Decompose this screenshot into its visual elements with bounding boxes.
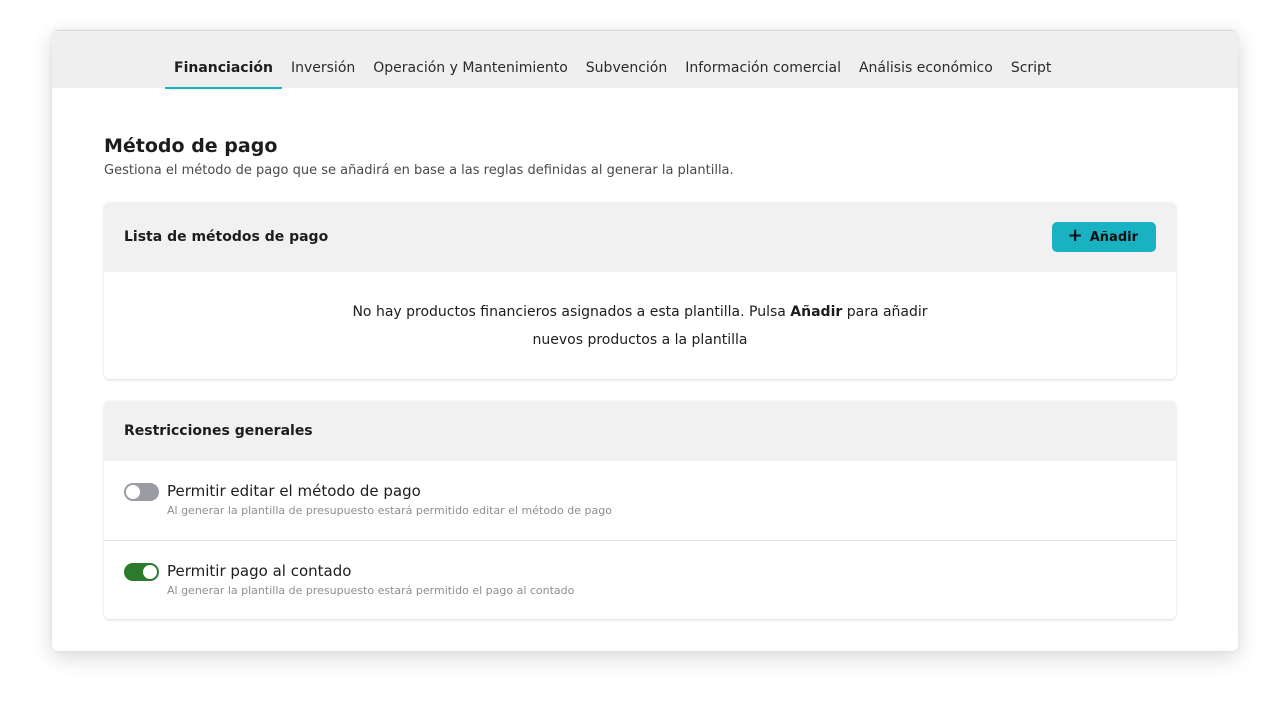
payment-methods-card: Lista de métodos de pago + Añadir No hay… <box>104 202 1176 379</box>
toggle-knob <box>143 565 157 579</box>
restriction-description: Al generar la plantilla de presupuesto e… <box>167 584 575 597</box>
restriction-label: Permitir pago al contado <box>167 562 352 580</box>
restrictions-card: Restricciones generales Permitir editar … <box>104 401 1176 619</box>
empty-state-message: No hay productos financieros asignados a… <box>104 272 1176 379</box>
add-button-label: Añadir <box>1089 229 1138 245</box>
tab-operacion-mantenimiento[interactable]: Operación y Mantenimiento <box>364 31 577 89</box>
payment-methods-title: Lista de métodos de pago <box>124 229 329 245</box>
tabs: Financiación Inversión Operación y Mante… <box>165 31 1060 89</box>
toggle-edit-method[interactable] <box>124 483 159 501</box>
restriction-description: Al generar la plantilla de presupuesto e… <box>167 504 612 517</box>
tab-bar: Financiación Inversión Operación y Mante… <box>52 30 1238 89</box>
main-content: Método de pago Gestiona el método de pag… <box>104 134 1176 619</box>
tab-financiacion[interactable]: Financiación <box>165 31 282 89</box>
restriction-label: Permitir editar el método de pago <box>167 482 421 500</box>
empty-state-line-1: No hay productos financieros asignados a… <box>104 298 1176 326</box>
restrictions-title: Restricciones generales <box>124 423 313 439</box>
empty-state-line-2: nuevos productos a la plantilla <box>532 332 748 348</box>
toggle-knob <box>126 485 140 499</box>
empty-state-text: No hay productos financieros asignados a… <box>352 304 791 320</box>
tab-script[interactable]: Script <box>1002 31 1061 89</box>
restrictions-header: Restricciones generales <box>104 401 1176 461</box>
add-button[interactable]: + Añadir <box>1051 222 1156 252</box>
page-subtitle: Gestiona el método de pago que se añadir… <box>104 163 734 178</box>
tab-inversion[interactable]: Inversión <box>282 31 364 89</box>
restriction-row-edit-method: Permitir editar el método de pago Al gen… <box>104 461 1176 540</box>
toggle-cash-payment[interactable] <box>124 563 159 581</box>
payment-methods-header: Lista de métodos de pago + Añadir <box>104 202 1176 272</box>
empty-state-bold: Añadir <box>790 304 843 320</box>
tab-analisis-economico[interactable]: Análisis económico <box>850 31 1002 89</box>
app-window: Financiación Inversión Operación y Mante… <box>52 30 1238 651</box>
page-title: Método de pago <box>104 135 278 157</box>
restriction-row-cash-payment: Permitir pago al contado Al generar la p… <box>104 540 1176 619</box>
tab-subvencion[interactable]: Subvención <box>577 31 676 89</box>
empty-state-text-after: para añadir <box>842 304 928 320</box>
plus-icon: + <box>1067 225 1083 246</box>
tab-informacion-comercial[interactable]: Información comercial <box>676 31 850 89</box>
